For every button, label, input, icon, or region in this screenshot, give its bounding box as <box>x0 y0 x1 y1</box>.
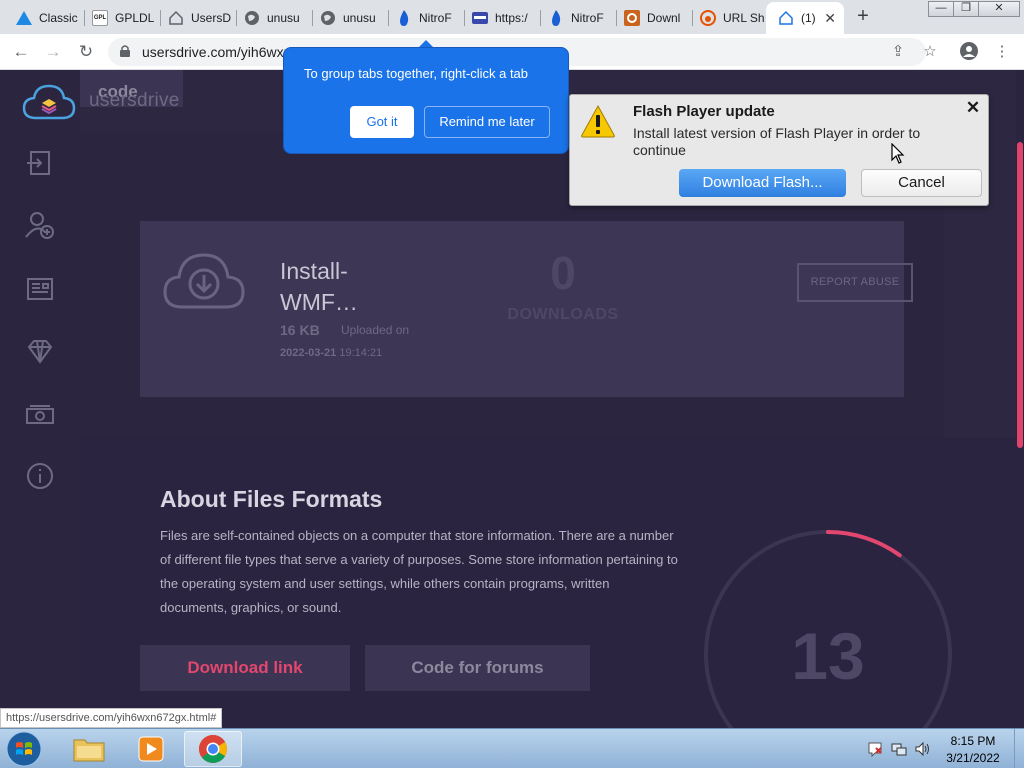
got-it-button[interactable]: Got it <box>350 106 414 138</box>
browser-tab[interactable]: NitroF <box>384 2 462 34</box>
new-tab-button[interactable]: + <box>852 6 874 28</box>
download-site-icon <box>624 10 640 26</box>
info-icon[interactable] <box>25 461 55 491</box>
about-heading: About Files Formats <box>160 486 383 512</box>
volume-icon[interactable] <box>914 741 930 757</box>
browser-tab[interactable]: NitroF <box>536 2 614 34</box>
file-size: 16 KB <box>280 322 320 338</box>
minimize-button[interactable]: — <box>928 1 954 17</box>
flame-icon <box>396 10 412 26</box>
browser-tab[interactable]: UsersD <box>156 2 234 34</box>
chrome-icon <box>199 735 227 763</box>
close-window-button[interactable]: ✕ <box>978 1 1020 17</box>
chrome-taskbar-button[interactable] <box>184 731 242 767</box>
forward-button[interactable]: → <box>41 40 65 64</box>
house-icon <box>168 10 184 26</box>
browser-tab[interactable]: Downl <box>612 2 690 34</box>
url-shortener-icon <box>700 10 716 26</box>
house-icon <box>778 10 794 26</box>
network-icon[interactable] <box>891 741 907 757</box>
browser-tab[interactable]: URL Sh <box>688 2 766 34</box>
show-desktop-button[interactable] <box>1014 729 1024 768</box>
report-abuse-button[interactable]: REPORT ABUSE <box>797 263 913 302</box>
add-user-icon[interactable] <box>25 210 55 240</box>
flash-update-dialog: Flash Player update Install latest versi… <box>569 94 989 206</box>
news-icon[interactable] <box>25 274 55 304</box>
file-name: Install-WMF… <box>280 258 358 315</box>
login-icon[interactable] <box>25 148 55 178</box>
browser-tab[interactable]: https:/ <box>460 2 538 34</box>
gpldl-icon: GPL <box>92 10 108 26</box>
action-center-icon[interactable] <box>867 741 883 757</box>
remind-me-later-button[interactable]: Remind me later <box>424 106 550 138</box>
reload-button[interactable]: ↻ <box>74 40 98 64</box>
lock-icon <box>120 45 130 57</box>
globe-icon <box>244 10 260 26</box>
file-info-card: Install-WMF… 16 KB Uploaded on 2022-03-2… <box>140 221 913 397</box>
link-status-bubble: https://usersdrive.com/yih6wxn672gx.html… <box>0 708 223 728</box>
diamond-icon[interactable] <box>25 336 55 366</box>
triangle-icon <box>16 10 32 26</box>
windows-start-icon[interactable] <box>6 731 42 767</box>
flame-icon <box>548 10 564 26</box>
profile-avatar-icon[interactable] <box>959 42 979 62</box>
countdown-value: 13 <box>791 619 864 693</box>
warning-icon <box>581 104 615 138</box>
cancel-button[interactable]: Cancel <box>861 169 982 197</box>
folder-icon <box>73 739 105 762</box>
browser-tab[interactable]: unusu <box>232 2 310 34</box>
close-tab-icon[interactable]: ✕ <box>824 10 836 27</box>
scrollbar-thumb[interactable] <box>1017 142 1023 448</box>
countdown-timer: 13 <box>704 530 952 728</box>
tip-text: To group tabs together, right-click a ta… <box>304 66 529 81</box>
clock-time[interactable]: 8:15 PM <box>938 734 1008 748</box>
code-for-forums-button[interactable]: Code for forums <box>365 645 590 691</box>
dialog-title: Flash Player update <box>633 103 775 120</box>
downloads-count: 0 <box>550 247 576 299</box>
countdown-progress-arc <box>826 530 902 558</box>
card-icon <box>472 10 488 26</box>
site-brand-name[interactable]: usersdrive <box>89 90 180 112</box>
clock-date[interactable]: 3/21/2022 <box>938 751 1008 765</box>
site-sidebar <box>0 70 80 728</box>
browser-tab-active[interactable]: (1) ✕ <box>766 2 844 34</box>
about-paragraph: Files are self-contained objects on a co… <box>160 528 678 615</box>
dialog-message: Install latest version of Flash Player i… <box>633 125 921 158</box>
browser-tab[interactable]: GPL GPLDL <box>80 2 158 34</box>
usersdrive-logo-icon <box>22 84 76 120</box>
uploaded-label: Uploaded on <box>341 323 410 337</box>
upload-datetime: 2022-03-21 19:14:21 <box>280 347 383 359</box>
downloads-label: DOWNLOADS <box>507 306 619 323</box>
share-icon[interactable]: ⇪ <box>888 42 908 62</box>
money-icon[interactable] <box>25 400 55 430</box>
explorer-taskbar-button[interactable] <box>60 731 118 767</box>
browser-tab[interactable]: Classic <box>4 2 82 34</box>
restore-button[interactable]: ❐ <box>953 1 979 17</box>
cloud-download-icon <box>163 253 245 309</box>
media-player-icon <box>138 736 164 762</box>
browser-tab[interactable]: unusu <box>308 2 386 34</box>
media-player-taskbar-button[interactable] <box>122 731 180 767</box>
download-link-button[interactable]: Download link <box>140 645 350 691</box>
globe-icon <box>320 10 336 26</box>
mouse-cursor-icon <box>891 143 905 164</box>
browser-tab-strip: Classic GPL GPLDL UsersD unusu unusu Nit… <box>0 0 1024 34</box>
tab-group-tip-bubble: To group tabs together, right-click a ta… <box>283 47 569 154</box>
windows-taskbar: 8:15 PM 3/21/2022 <box>0 728 1024 768</box>
kebab-menu-icon[interactable]: ⋮ <box>992 42 1012 62</box>
back-button[interactable]: ← <box>9 40 33 64</box>
bookmark-star-icon[interactable]: ☆ <box>920 42 940 62</box>
download-flash-button[interactable]: Download Flash... <box>679 169 846 197</box>
close-icon[interactable]: ✕ <box>964 99 982 117</box>
